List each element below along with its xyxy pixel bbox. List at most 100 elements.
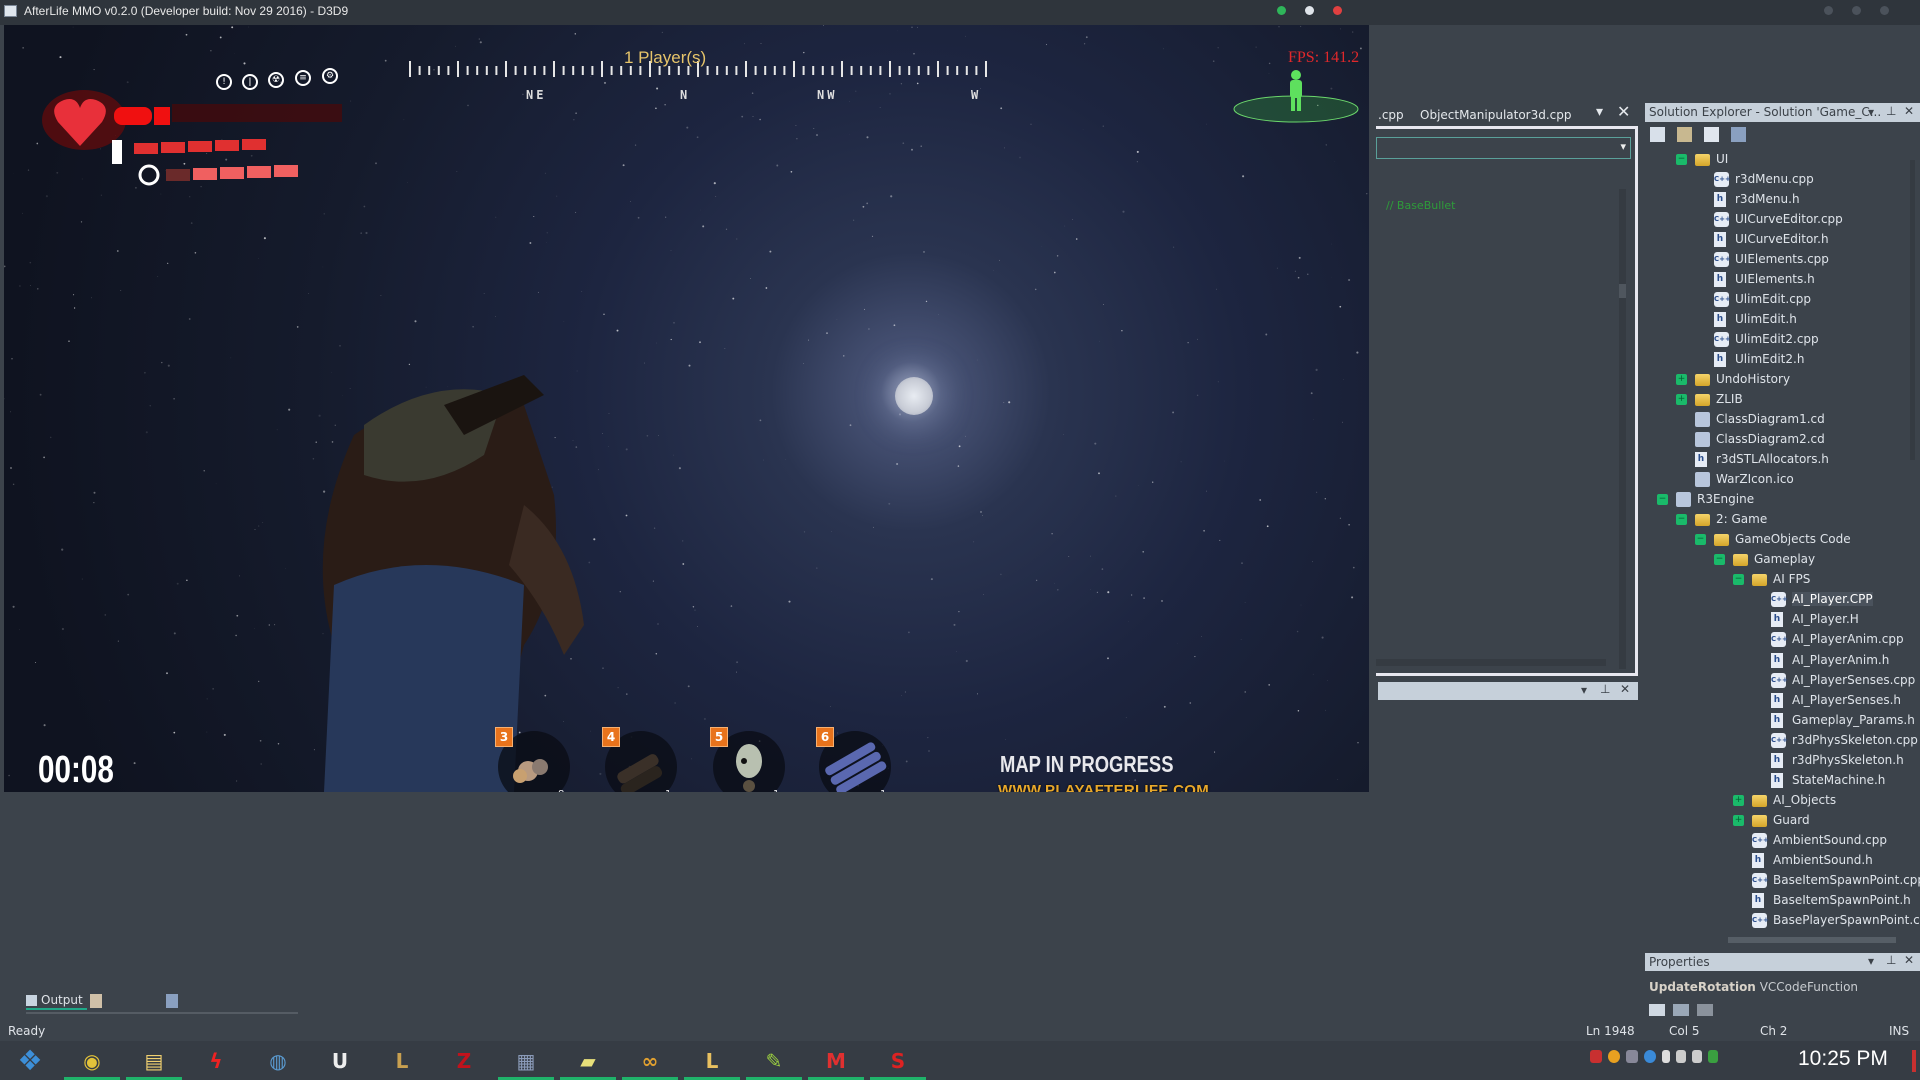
dropdown-icon[interactable]: ▾: [1581, 683, 1587, 697]
game-app-icon: ▦: [516, 1048, 536, 1073]
tab-list-dropdown-icon[interactable]: ▾: [1596, 104, 1603, 120]
minimize-button[interactable]: [1277, 6, 1286, 15]
compass-tick: [437, 66, 440, 75]
object-name: UpdateRotation: [1649, 980, 1756, 994]
health-bar: [114, 107, 152, 125]
tree-vertical-scrollbar[interactable]: [1910, 160, 1915, 460]
close-icon[interactable]: ✕: [1904, 104, 1914, 118]
compass-tick: [466, 66, 469, 75]
expand-icon[interactable]: +: [1676, 374, 1687, 386]
battery-icon[interactable]: [1708, 1050, 1718, 1063]
system-tray: [1590, 1050, 1718, 1063]
taskbar-league-client[interactable]: L: [682, 1041, 742, 1080]
collapse-icon[interactable]: −: [1657, 494, 1668, 506]
tab-cpp[interactable]: .cpp: [1378, 108, 1404, 122]
taskbar-z-app[interactable]: Z: [434, 1041, 494, 1080]
close-tab-icon[interactable]: ✕: [1617, 102, 1630, 121]
network-icon[interactable]: [1676, 1050, 1686, 1063]
tree-item-label: r3dPhysSkeleton.cpp: [1792, 732, 1918, 747]
tray-app-icon[interactable]: [1590, 1050, 1602, 1063]
compass-tick: [831, 66, 834, 75]
taskbar-infinity-app[interactable]: ∞: [620, 1041, 680, 1080]
status-ready: Ready: [8, 1024, 46, 1038]
pin-icon[interactable]: ⊥: [1886, 104, 1896, 118]
compass-tick: [725, 66, 728, 75]
expand-icon[interactable]: +: [1733, 794, 1744, 806]
project-icon: [1676, 492, 1691, 508]
game-viewport[interactable]: ! ǀ ☢ ≡ ⚙ NE N NW W 1 Player(s) FPS: 141…: [4, 25, 1369, 792]
output-icon: [26, 994, 37, 1006]
tray-app-icon[interactable]: [1626, 1050, 1638, 1063]
flag-icon[interactable]: [1662, 1050, 1670, 1063]
taskbar-start[interactable]: ❖: [0, 1041, 60, 1080]
tray-app-icon[interactable]: [1608, 1050, 1620, 1063]
compass-tick: [735, 66, 738, 75]
pin-icon[interactable]: ⊥: [1886, 953, 1896, 967]
show-desktop-button[interactable]: [1912, 1050, 1916, 1072]
cpp-file-icon: C++: [1714, 292, 1731, 308]
expand-icon[interactable]: +: [1676, 394, 1687, 406]
bio-icon: ⚙: [322, 68, 338, 84]
class-diagram-icon[interactable]: [1731, 127, 1746, 142]
taskbar-league[interactable]: L: [372, 1041, 432, 1080]
pin-icon[interactable]: ⊥: [1600, 682, 1610, 696]
tree-item-label: r3dMenu.h: [1735, 192, 1800, 207]
maximize-button[interactable]: [1305, 6, 1314, 15]
categorized-icon[interactable]: [1649, 1004, 1665, 1016]
taskbar-globe-app[interactable]: ◍: [248, 1041, 308, 1080]
tray-app-icon[interactable]: [1644, 1050, 1656, 1063]
taskbar-clock[interactable]: 10:25 PM: [1798, 1047, 1888, 1071]
tab-object-manipulator[interactable]: ObjectManipulator3d.cpp: [1420, 108, 1572, 122]
show-all-files-icon[interactable]: [1677, 127, 1692, 142]
property-pages-icon[interactable]: [1697, 1004, 1713, 1016]
hotbar-key-6: 6: [816, 727, 834, 747]
output-tab[interactable]: Output: [26, 992, 87, 1010]
tree-item-label: BaseItemSpawnPoint.cpp: [1773, 872, 1920, 887]
volume-icon[interactable]: [1692, 1050, 1702, 1063]
member-dropdown[interactable]: ▾: [1376, 137, 1631, 159]
tree-horizontal-scrollbar[interactable]: [1728, 937, 1896, 943]
ide-close-button[interactable]: [1880, 6, 1889, 15]
error-list-icon[interactable]: [90, 994, 102, 1008]
cpp-file-icon: C++: [1752, 832, 1769, 848]
taskbar-folder-app[interactable]: ▰: [558, 1041, 618, 1080]
collapse-icon[interactable]: −: [1676, 514, 1687, 526]
taskbar-flash[interactable]: ϟ: [186, 1041, 246, 1080]
m-app-icon: M: [826, 1048, 846, 1073]
taskbar-unreal[interactable]: U: [310, 1041, 370, 1080]
properties-object-selector[interactable]: UpdateRotation VCCodeFunction: [1649, 980, 1914, 994]
collapse-icon[interactable]: −: [1676, 154, 1687, 165]
taskbar-s-app[interactable]: S: [868, 1041, 928, 1080]
taskbar-notepad[interactable]: ✎: [744, 1041, 804, 1080]
close-icon[interactable]: ✕: [1620, 682, 1630, 696]
s-app-icon: S: [890, 1048, 906, 1073]
taskbar-chrome[interactable]: ◉: [62, 1041, 122, 1080]
tree-item-label: UndoHistory: [1716, 372, 1791, 387]
refresh-icon[interactable]: [1704, 127, 1719, 142]
ide-minimize-button[interactable]: [1824, 6, 1833, 15]
alphabetical-icon[interactable]: [1673, 1004, 1689, 1016]
cpp-file-icon: C++: [1714, 332, 1731, 348]
taskbar-m-app[interactable]: M: [806, 1041, 866, 1080]
collapse-icon[interactable]: −: [1695, 534, 1706, 546]
compass-tick: [793, 61, 795, 77]
taskbar-game-app[interactable]: ▦: [496, 1041, 556, 1080]
dropdown-icon[interactable]: ▾: [1868, 954, 1874, 968]
ide-maximize-button[interactable]: [1852, 6, 1861, 15]
code-editor[interactable]: ▾ // BaseBullet: [1376, 126, 1638, 676]
chrome-icon: ◉: [83, 1048, 101, 1073]
properties-icon[interactable]: [1650, 127, 1665, 142]
folder-open-icon: [1733, 554, 1748, 567]
status-col: Col 5: [1669, 1024, 1700, 1038]
collapse-icon[interactable]: −: [1733, 574, 1744, 586]
tree-item-label: AI_Objects: [1773, 792, 1837, 807]
collapse-icon[interactable]: −: [1714, 554, 1725, 566]
close-icon[interactable]: ✕: [1904, 953, 1914, 967]
editor-vertical-scrollbar[interactable]: [1619, 189, 1626, 669]
close-button[interactable]: [1333, 6, 1342, 15]
expand-icon[interactable]: +: [1733, 814, 1744, 826]
editor-horizontal-scrollbar[interactable]: [1376, 659, 1606, 666]
taskbar-file-explorer[interactable]: ▤: [124, 1041, 184, 1080]
dropdown-icon[interactable]: ▾: [1868, 105, 1874, 119]
find-results-icon[interactable]: [166, 994, 178, 1008]
